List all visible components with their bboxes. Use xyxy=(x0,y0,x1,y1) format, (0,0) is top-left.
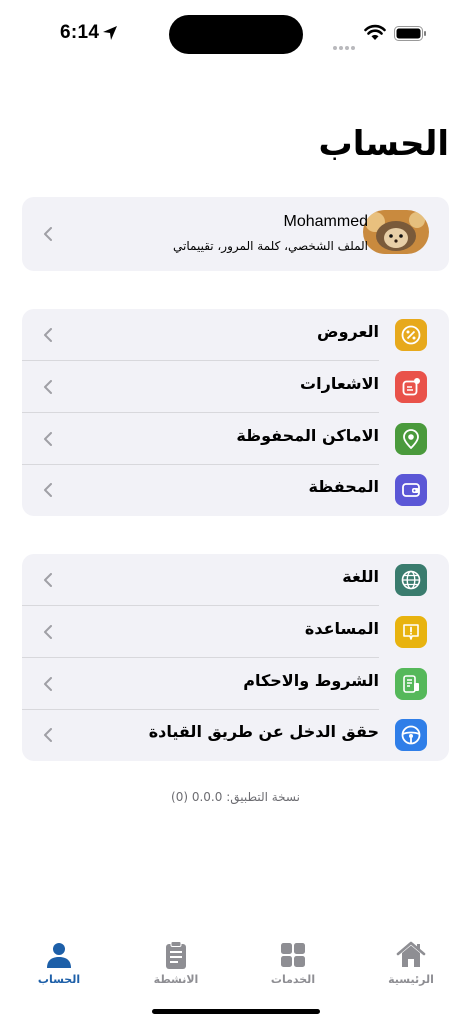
menu-item-label: المساعدة xyxy=(304,619,379,638)
cellular-signal-icon xyxy=(333,35,359,50)
globe-icon xyxy=(395,564,427,596)
menu-item-notifications[interactable]: الاشعارات xyxy=(22,361,449,413)
menu-item-label: الاماكن المحفوظة xyxy=(236,426,379,445)
home-icon xyxy=(396,941,426,967)
location-pin-icon xyxy=(395,423,427,455)
person-icon xyxy=(47,943,71,968)
chevron-left-icon xyxy=(44,728,52,742)
chevron-left-icon xyxy=(44,677,52,691)
grid-icon xyxy=(281,943,305,967)
menu-item-saved-places[interactable]: الاماكن المحفوظة xyxy=(22,413,449,465)
page-title: الحساب xyxy=(318,124,449,164)
chevron-left-icon xyxy=(44,328,52,342)
menu-item-offers[interactable]: العروض xyxy=(22,309,449,361)
document-icon xyxy=(395,668,427,700)
app-version: نسخة التطبيق: 0.0.0 (0) xyxy=(171,790,300,804)
menu-item-label: العروض xyxy=(317,322,379,341)
help-icon xyxy=(395,616,427,648)
steering-wheel-icon xyxy=(395,719,427,751)
avatar xyxy=(363,210,429,254)
location-arrow-icon xyxy=(103,26,117,40)
menu-item-label: الاشعارات xyxy=(300,374,379,393)
tab-label: الانشطة xyxy=(153,973,199,986)
menu-item-wallet[interactable]: المحفظة xyxy=(22,464,449,516)
tab-label: الرئيسية xyxy=(388,973,434,986)
notification-icon xyxy=(395,371,427,403)
tab-label: الحساب xyxy=(37,973,81,986)
profile-subtitle: الملف الشخصي، كلمة المرور، تقييماتي xyxy=(173,239,368,253)
chevron-left-icon xyxy=(44,432,52,446)
status-time: 6:14 xyxy=(60,22,100,43)
menu-item-label: اللغة xyxy=(342,567,379,586)
home-indicator xyxy=(152,1009,320,1014)
status-bar: 6:14 xyxy=(0,0,471,64)
tab-activities[interactable]: الانشطة xyxy=(136,940,216,986)
tab-label: الخدمات xyxy=(270,973,316,986)
dynamic-island xyxy=(169,15,303,54)
menu-item-label: المحفظة xyxy=(308,477,379,496)
menu-item-label: الشروط والاحكام xyxy=(243,671,379,690)
chevron-left-icon xyxy=(44,483,52,497)
menu-item-earn-driving[interactable]: حقق الدخل عن طريق القيادة xyxy=(22,709,449,761)
tab-home[interactable]: الرئيسية xyxy=(371,940,451,986)
battery-icon xyxy=(394,26,426,41)
menu-item-help[interactable]: المساعدة xyxy=(22,606,449,658)
wallet-icon xyxy=(395,474,427,506)
chevron-left-icon xyxy=(44,573,52,587)
tab-services[interactable]: الخدمات xyxy=(253,940,333,986)
chevron-left-icon xyxy=(44,227,52,241)
menu-item-terms[interactable]: الشروط والاحكام xyxy=(22,658,449,710)
wifi-icon xyxy=(364,24,386,40)
profile-card[interactable] xyxy=(22,197,449,271)
percent-icon xyxy=(395,319,427,351)
chevron-left-icon xyxy=(44,625,52,639)
menu-item-label: حقق الدخل عن طريق القيادة xyxy=(148,722,379,741)
menu-item-language[interactable]: اللغة xyxy=(22,554,449,606)
clipboard-icon xyxy=(166,941,186,969)
profile-name: Mohammed xyxy=(283,213,368,230)
chevron-left-icon xyxy=(44,380,52,394)
tab-account[interactable]: الحساب xyxy=(19,940,99,986)
